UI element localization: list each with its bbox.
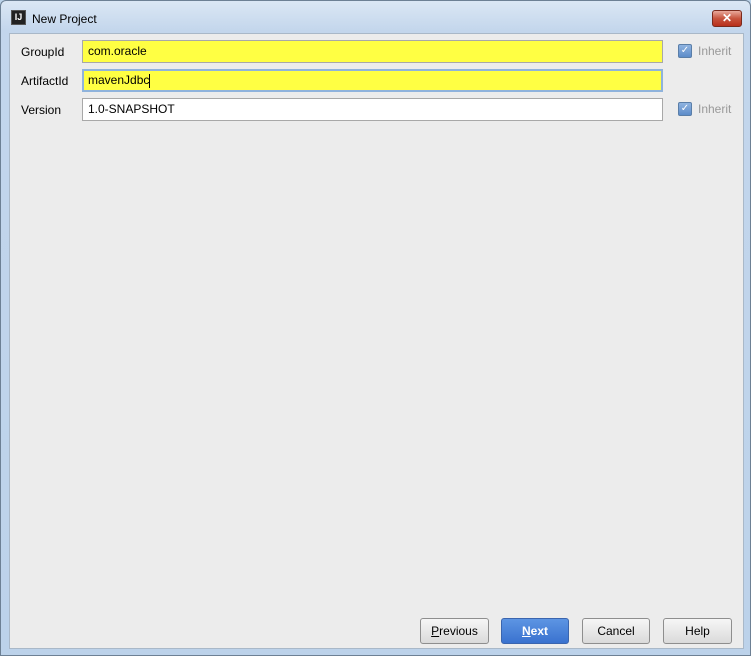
dialog-content: GroupId com.oracle ✓ Inherit ArtifactId … <box>9 33 744 649</box>
title-bar[interactable]: IJ New Project ✕ <box>1 1 750 34</box>
new-project-dialog: IJ New Project ✕ GroupId com.oracle ✓ In… <box>0 0 751 656</box>
window-title: New Project <box>32 12 97 26</box>
cancel-button[interactable]: Cancel <box>582 618 650 644</box>
group-id-inherit-checkbox[interactable]: ✓ Inherit <box>678 44 731 58</box>
artifact-id-value: mavenJdbc <box>88 73 150 87</box>
version-input[interactable]: 1.0-SNAPSHOT <box>82 98 663 121</box>
next-label: ext <box>530 624 548 638</box>
close-button[interactable]: ✕ <box>712 10 742 27</box>
group-id-label: GroupId <box>21 45 65 59</box>
previous-button[interactable]: Previous <box>420 618 489 644</box>
text-caret <box>149 73 151 88</box>
checkbox-checked-icon: ✓ <box>678 44 692 58</box>
artifact-id-label: ArtifactId <box>21 74 69 88</box>
version-inherit-checkbox[interactable]: ✓ Inherit <box>678 102 731 116</box>
version-label: Version <box>21 103 62 117</box>
intellij-app-icon: IJ <box>11 10 26 25</box>
close-icon: ✕ <box>721 11 733 25</box>
previous-mnemonic: P <box>431 624 440 638</box>
inherit-label: Inherit <box>698 102 732 116</box>
previous-label: revious <box>439 624 478 638</box>
checkbox-checked-icon: ✓ <box>678 102 692 116</box>
help-button[interactable]: Help <box>663 618 732 644</box>
next-button[interactable]: Next <box>501 618 569 644</box>
artifact-id-input[interactable]: mavenJdbc <box>82 69 663 92</box>
inherit-label: Inherit <box>698 44 732 58</box>
next-mnemonic: N <box>521 624 531 638</box>
group-id-input[interactable]: com.oracle <box>82 40 663 63</box>
